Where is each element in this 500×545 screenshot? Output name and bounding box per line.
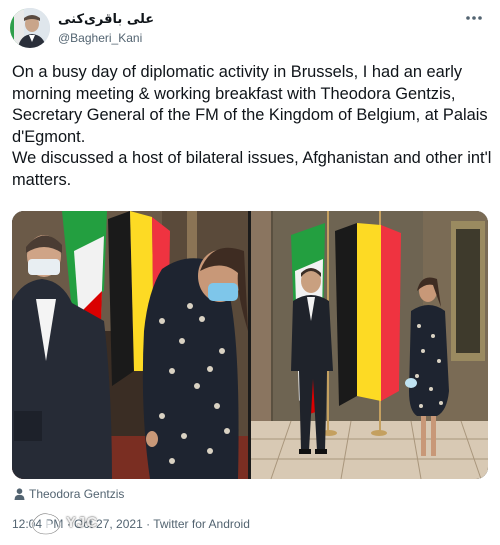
tweet-card: علی باقری‌کنی @Bagheri_Kani On a busy da… [0,0,500,545]
photo-left[interactable] [12,211,248,479]
photo-right[interactable] [251,211,488,479]
author-avatar[interactable] [10,8,50,48]
author-handle[interactable]: @Bagheri_Kani [58,30,154,46]
author-display-name[interactable]: علی باقری‌کنی [58,12,154,28]
tagged-person-name: Theodora Gentzis [29,487,125,501]
tweet-header: علی باقری‌کنی @Bagheri_Kani [10,8,490,52]
watermark-text: YJC [66,514,99,531]
tweet-text: On a busy day of diplomatic activity in … [12,63,492,189]
person-icon [14,488,25,504]
more-icon[interactable] [464,10,484,26]
author-names: علی باقری‌کنی @Bagheri_Kani [58,12,154,46]
tagged-person[interactable]: Theodora Gentzis [14,486,124,502]
tweet-media[interactable] [12,211,488,479]
yjc-watermark: YJC [28,508,108,538]
